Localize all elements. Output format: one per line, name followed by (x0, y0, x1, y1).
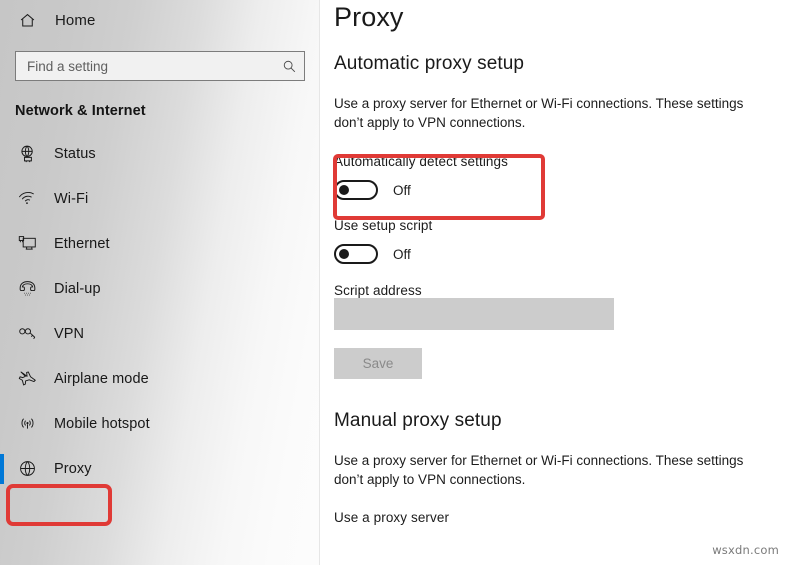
sidebar: Home Find a setting Network & Internet S… (0, 0, 320, 565)
sidebar-item-ethernet[interactable]: Ethernet (0, 221, 320, 266)
automatically-detect-settings-state: Off (393, 182, 411, 198)
home-label: Home (55, 11, 96, 29)
sidebar-item-status[interactable]: Status (0, 131, 320, 176)
telephone-icon (16, 278, 38, 300)
search-input[interactable]: Find a setting (15, 51, 305, 81)
sidebar-item-label: Mobile hotspot (54, 415, 150, 432)
search-input-text: Find a setting (27, 58, 109, 74)
automatically-detect-settings-group: Automatically detect settings Off (334, 154, 773, 200)
script-address-label: Script address (334, 283, 422, 298)
broadcast-icon (16, 413, 38, 435)
airplane-icon (16, 368, 38, 390)
ethernet-monitor-icon (16, 233, 38, 255)
automatic-proxy-setup-heading: Automatic proxy setup (334, 53, 525, 74)
toggle-knob (339, 249, 349, 259)
sidebar-item-label: Airplane mode (54, 370, 149, 387)
category-heading: Network & Internet (15, 103, 146, 119)
watermark: wsxdn.com (712, 543, 779, 557)
sidebar-item-label: Proxy (54, 460, 92, 477)
sidebar-item-dialup[interactable]: Dial-up (0, 266, 320, 311)
manual-proxy-setup-heading: Manual proxy setup (334, 410, 502, 431)
sidebar-item-mobile-hotspot[interactable]: Mobile hotspot (0, 401, 320, 446)
sidebar-item-vpn[interactable]: VPN (0, 311, 320, 356)
automatically-detect-settings-toggle[interactable] (334, 180, 378, 200)
sidebar-item-label: Status (54, 145, 96, 162)
globe-icon (16, 458, 38, 480)
sidebar-nav-list: Status Wi-Fi Ethernet Dial-up VPN Airpla… (0, 131, 320, 491)
home-icon (16, 9, 38, 31)
home-nav-button[interactable]: Home (0, 3, 320, 37)
use-setup-script-state: Off (393, 246, 411, 262)
sidebar-item-label: Ethernet (54, 235, 110, 252)
automatically-detect-settings-row: Off (334, 180, 773, 200)
use-setup-script-toggle[interactable] (334, 244, 378, 264)
use-setup-script-label: Use setup script (334, 218, 433, 233)
main-content: Proxy Automatic proxy setup Use a proxy … (320, 0, 793, 565)
sidebar-item-airplane-mode[interactable]: Airplane mode (0, 356, 320, 401)
vpn-key-icon (16, 323, 38, 345)
selection-indicator (0, 454, 4, 484)
sidebar-item-proxy[interactable]: Proxy (0, 446, 320, 491)
sidebar-item-label: VPN (54, 325, 85, 342)
sidebar-item-label: Wi-Fi (54, 190, 89, 207)
use-setup-script-group: Use setup script Off (334, 218, 773, 264)
use-a-proxy-server-label: Use a proxy server (334, 510, 450, 525)
use-setup-script-row: Off (334, 244, 773, 264)
search-icon[interactable] (274, 52, 304, 80)
automatic-proxy-description: Use a proxy server for Ethernet or Wi-Fi… (334, 96, 744, 130)
sidebar-item-wifi[interactable]: Wi-Fi (0, 176, 320, 221)
manual-proxy-description: Use a proxy server for Ethernet or Wi-Fi… (334, 453, 744, 487)
globe-monitor-icon (16, 143, 38, 165)
settings-window: Home Find a setting Network & Internet S… (0, 0, 793, 565)
script-address-group: Script address (334, 283, 773, 330)
script-address-input[interactable] (334, 298, 614, 330)
sidebar-item-label: Dial-up (54, 280, 101, 297)
save-button[interactable]: Save (334, 348, 422, 379)
page-title: Proxy (334, 2, 404, 32)
wifi-icon (16, 188, 38, 210)
automatically-detect-settings-label: Automatically detect settings (334, 154, 508, 169)
toggle-knob (339, 185, 349, 195)
